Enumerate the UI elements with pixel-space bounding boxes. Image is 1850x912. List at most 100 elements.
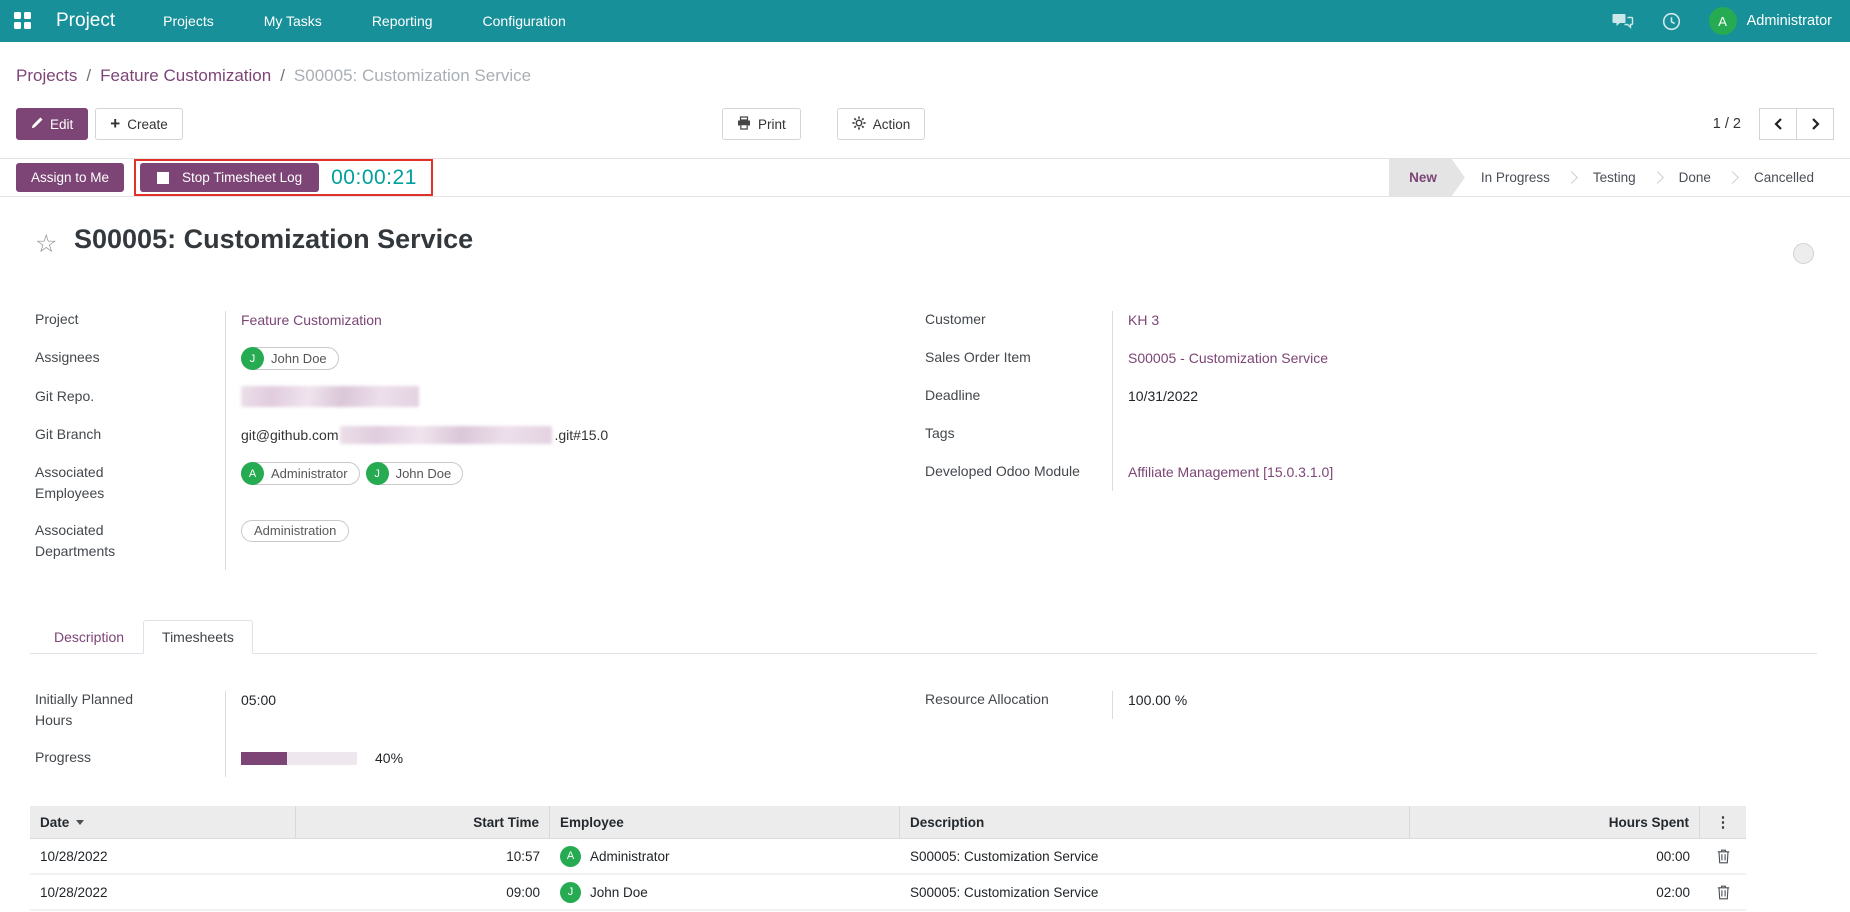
breadcrumb-current: S00005: Customization Service bbox=[294, 66, 531, 85]
statusbar: Assign to Me Stop Timesheet Log 00:00:21… bbox=[0, 158, 1850, 197]
app-name[interactable]: Project bbox=[56, 10, 115, 32]
print-button[interactable]: Print bbox=[722, 108, 801, 140]
stage-in-progress[interactable]: In Progress bbox=[1465, 159, 1566, 196]
field-label-project: Project bbox=[35, 309, 225, 331]
chevron-right-icon bbox=[1810, 117, 1821, 131]
trash-icon bbox=[1717, 849, 1730, 864]
activities-clock-icon[interactable] bbox=[1662, 12, 1681, 31]
field-label-git-branch: Git Branch bbox=[35, 424, 225, 446]
sort-descending-icon bbox=[76, 820, 84, 829]
redacted-git-branch-middle bbox=[340, 426, 552, 444]
field-label-initially-planned-hours: Initially Planned Hours bbox=[35, 689, 225, 731]
create-button[interactable]: + Create bbox=[95, 108, 182, 140]
user-name: Administrator bbox=[1747, 13, 1832, 29]
row-date: 10/28/2022 bbox=[30, 885, 296, 900]
delete-row-button[interactable] bbox=[1717, 849, 1730, 864]
customer-link[interactable]: KH 3 bbox=[1128, 309, 1159, 331]
form-sheet: ☆ S00005: Customization Service Project … bbox=[0, 197, 1850, 912]
pager-next-button[interactable] bbox=[1796, 108, 1834, 140]
timesheet-timer-highlight-box: Stop Timesheet Log 00:00:21 bbox=[134, 159, 433, 196]
project-link[interactable]: Feature Customization bbox=[241, 309, 382, 331]
stage-testing[interactable]: Testing bbox=[1577, 159, 1652, 196]
stop-timesheet-log-button[interactable]: Stop Timesheet Log bbox=[140, 163, 319, 192]
row-date: 10/28/2022 bbox=[30, 849, 296, 864]
timesheet-row-1[interactable]: 10/28/2022 10:57 A Administrator S00005:… bbox=[30, 839, 1746, 875]
field-column-left: Project Feature Customization Assignees … bbox=[35, 309, 907, 578]
field-label-associated-departments: Associated Departments bbox=[35, 520, 225, 562]
stage-done[interactable]: Done bbox=[1663, 159, 1727, 196]
chevron-left-icon bbox=[1773, 117, 1784, 131]
column-header-date[interactable]: Date bbox=[30, 806, 296, 838]
action-button[interactable]: Action bbox=[837, 108, 926, 140]
pager-count: 1 / 2 bbox=[1713, 116, 1741, 132]
field-associated-employees: Associated Employees A Administrator J J… bbox=[35, 462, 907, 504]
user-menu[interactable]: A Administrator bbox=[1709, 7, 1832, 35]
plus-icon: + bbox=[110, 115, 120, 132]
edit-button[interactable]: Edit bbox=[16, 108, 88, 140]
git-branch-suffix: .git#15.0 bbox=[554, 424, 608, 446]
row-start-time: 09:00 bbox=[296, 885, 550, 900]
column-header-description[interactable]: Description bbox=[900, 806, 1410, 838]
assign-to-me-button[interactable]: Assign to Me bbox=[16, 163, 124, 192]
pager-previous-button[interactable] bbox=[1759, 108, 1797, 140]
field-tags: Tags bbox=[925, 423, 1813, 445]
top-navbar: Project Projects My Tasks Reporting Conf… bbox=[0, 0, 1850, 42]
stop-icon bbox=[157, 172, 169, 184]
sales-order-item-link[interactable]: S00005 - Customization Service bbox=[1128, 347, 1328, 369]
field-git-branch: Git Branch git@github.com .git#15.0 bbox=[35, 424, 907, 446]
timesheet-table-header: Date Start Time Employee Description Hou… bbox=[30, 806, 1746, 839]
trash-icon bbox=[1717, 885, 1730, 900]
employee-tag-administrator: A Administrator bbox=[241, 462, 360, 485]
developed-module-link[interactable]: Affiliate Management [15.0.3.1.0] bbox=[1128, 461, 1333, 483]
menu-projects[interactable]: Projects bbox=[163, 0, 214, 42]
field-label-assignees: Assignees bbox=[35, 347, 225, 370]
employee-tag-john-doe: J John Doe bbox=[366, 462, 464, 485]
breadcrumb-projects[interactable]: Projects bbox=[16, 66, 77, 85]
gear-icon bbox=[852, 116, 866, 133]
messages-icon[interactable] bbox=[1612, 13, 1634, 30]
column-header-start-time[interactable]: Start Time bbox=[296, 806, 550, 838]
tab-description[interactable]: Description bbox=[35, 620, 143, 654]
field-git-repo: Git Repo. bbox=[35, 386, 907, 408]
stage-chevron-icon bbox=[1565, 171, 1578, 184]
redacted-git-repo-value bbox=[241, 386, 419, 407]
field-progress: Progress 40% bbox=[35, 747, 907, 769]
apps-menu-icon[interactable] bbox=[14, 12, 32, 30]
menu-configuration[interactable]: Configuration bbox=[483, 0, 566, 42]
tab-timesheets[interactable]: Timesheets bbox=[143, 620, 253, 654]
vertical-dots-icon: ⋮ bbox=[1716, 813, 1731, 831]
delete-row-button[interactable] bbox=[1717, 885, 1730, 900]
top-menu: Projects My Tasks Reporting Configuratio… bbox=[163, 0, 566, 42]
field-associated-departments: Associated Departments Administration bbox=[35, 520, 907, 562]
timesheet-summary-right: Resource Allocation 100.00 % bbox=[925, 689, 1813, 727]
optional-columns-toggle[interactable]: ⋮ bbox=[1700, 806, 1746, 838]
breadcrumb-feature-customization[interactable]: Feature Customization bbox=[100, 66, 271, 85]
field-initially-planned-hours: Initially Planned Hours 05:00 bbox=[35, 689, 907, 731]
avatar-initial: J bbox=[366, 462, 389, 485]
stage-new[interactable]: New bbox=[1389, 159, 1465, 196]
stage-cancelled[interactable]: Cancelled bbox=[1738, 159, 1830, 196]
menu-my-tasks[interactable]: My Tasks bbox=[264, 0, 322, 42]
column-header-employee[interactable]: Employee bbox=[550, 806, 900, 838]
timesheet-row-2[interactable]: 10/28/2022 09:00 J John Doe S00005: Cust… bbox=[30, 875, 1746, 911]
menu-reporting[interactable]: Reporting bbox=[372, 0, 433, 42]
avatar-initial: J bbox=[241, 347, 264, 370]
row-employee: A Administrator bbox=[560, 846, 670, 867]
git-branch-prefix: git@github.com bbox=[241, 424, 338, 446]
field-label-tags: Tags bbox=[925, 423, 1112, 445]
column-header-hours-spent[interactable]: Hours Spent bbox=[1410, 806, 1700, 838]
department-tag-administration: Administration bbox=[241, 520, 349, 542]
favorite-star-icon[interactable]: ☆ bbox=[35, 229, 57, 259]
field-project: Project Feature Customization bbox=[35, 309, 907, 331]
deadline-value: 10/31/2022 bbox=[1128, 385, 1198, 407]
employee-avatar: J bbox=[560, 882, 581, 903]
stage-chevron-icon bbox=[1651, 171, 1664, 184]
breadcrumb-separator: / bbox=[86, 66, 91, 85]
kanban-state-circle[interactable] bbox=[1793, 243, 1814, 264]
resource-allocation-value: 100.00 % bbox=[1128, 689, 1187, 711]
stage-pipeline: New In Progress Testing Done Cancelled bbox=[1389, 159, 1830, 196]
row-employee: J John Doe bbox=[560, 882, 648, 903]
row-hours-spent: 00:00 bbox=[1410, 849, 1700, 864]
planned-hours-value: 05:00 bbox=[241, 689, 276, 711]
field-assignees: Assignees J John Doe bbox=[35, 347, 907, 370]
